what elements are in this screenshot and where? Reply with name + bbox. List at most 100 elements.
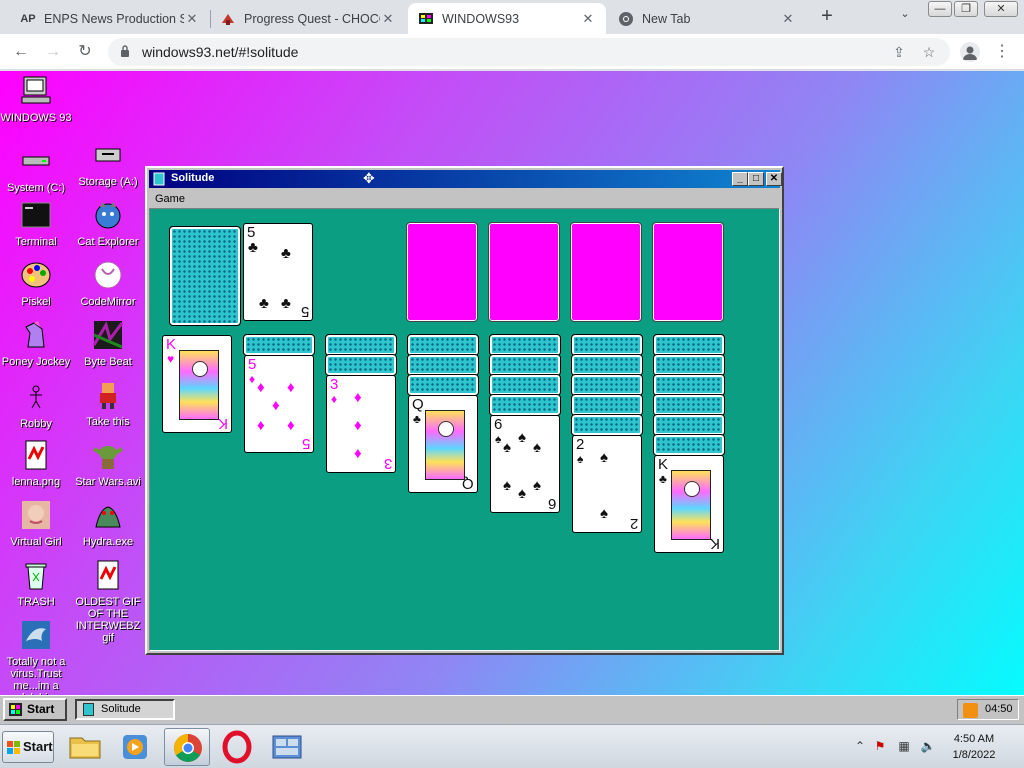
control-panel-icon[interactable] [264, 728, 310, 766]
close-icon[interactable]: ✕ [780, 11, 796, 27]
close-window-button[interactable]: ✕ [984, 1, 1018, 17]
forward-arrow-icon[interactable]: → [42, 41, 64, 63]
win93-start-button[interactable]: Start [3, 698, 67, 721]
tab-enps[interactable]: AP ENPS News Production S ✕ [10, 3, 210, 34]
window-close-button[interactable]: ✕ [766, 172, 782, 186]
desktop-icon-virtual-girl[interactable]: Virtual Girl [0, 499, 72, 548]
desktop-icon-trash[interactable]: TRASH [0, 559, 72, 608]
face-down-card [571, 394, 643, 416]
desktop-icon-cat-explorer[interactable]: Cat Explorer [72, 199, 144, 248]
face-down-card [489, 374, 561, 396]
tab-search-chevron-icon[interactable]: ⌄ [896, 7, 914, 25]
card-pip: ♠ [503, 477, 511, 494]
desktop-icon-hydra[interactable]: Hydra.exe [72, 499, 144, 548]
desktop-icon-dolphin[interactable]: Totally not a virus.Trust me...im a dolp… [0, 619, 72, 704]
solitude-window[interactable]: Solitude ✥ _ □ ✕ Game 5 ♣ ♣ ♣ ♣ 5 K ♥ K … [145, 166, 784, 655]
card-rank: K [709, 535, 720, 552]
desktop-icon-system-c[interactable]: System (C:) [0, 145, 72, 194]
chrome-icon[interactable] [164, 728, 210, 766]
lock-icon[interactable] [120, 45, 130, 57]
win93-desktop: WINDOWS 93 System (C:) Terminal Piskel P… [0, 71, 1024, 724]
bookmark-star-icon[interactable]: ☆ [920, 43, 938, 61]
foundation-slot[interactable] [652, 222, 724, 322]
tab-windows93[interactable]: WINDOWS93 ✕ [408, 3, 606, 34]
taskbar-item-solitude[interactable]: Solitude [75, 699, 175, 720]
tableau-card[interactable]: 5 ♦ ♦ ♦ ♦ ♦ ♦ 5 [244, 355, 314, 453]
card-rank: 3 [383, 455, 392, 472]
tableau-card[interactable]: 6 ♠ ♠ ♠ ♠ ♠ ♠ ♠ 6 [490, 415, 560, 513]
face-down-card [489, 394, 561, 416]
os-taskbar: Start ⌃ ⚑ ▦ 🔈 4:50 AM 1/8/2022 [0, 724, 1024, 768]
computer-icon [21, 76, 51, 104]
desktop-icon-terminal[interactable]: Terminal [0, 199, 72, 248]
minimize-button[interactable]: — [928, 1, 952, 17]
browser-toolbar: ← → ↻ windows93.net/#!solitude ⇪ ☆ ⋮ [0, 34, 1024, 70]
window-title: Solitude [171, 172, 215, 184]
waste-card[interactable]: 5 ♣ ♣ ♣ ♣ 5 [243, 223, 313, 321]
profile-avatar-icon[interactable] [960, 42, 980, 62]
face-down-card [653, 354, 725, 376]
card-pip: ♠ [533, 477, 541, 494]
address-bar[interactable]: windows93.net/#!solitude ⇪ ☆ [108, 38, 950, 66]
game-felt: 5 ♣ ♣ ♣ ♣ 5 K ♥ K 5 ♦ ♦ ♦ ♦ ♦ ♦ 5 3 ♦ ♦ ♦ ♦ 3 Q ♣ Q 6 ♠ ♠ ♠ ♠ ♠ ♠ ♠… [149, 208, 780, 651]
card-pip: ♠ [600, 449, 608, 466]
tableau-card[interactable]: K ♥ K [162, 335, 232, 433]
share-icon[interactable]: ⇪ [890, 43, 908, 61]
restore-button[interactable]: ❐ [954, 1, 978, 17]
url-text[interactable]: windows93.net/#!solitude [142, 44, 298, 60]
tableau-card[interactable]: 3 ♦ ♦ ♦ ♦ 3 [326, 375, 396, 473]
face-down-card [653, 434, 725, 456]
stock-pile[interactable] [169, 226, 241, 326]
desktop-icon-star-wars[interactable]: Star Wars.avi [72, 439, 144, 488]
desktop-icon-lenna[interactable]: lenna.png [0, 439, 72, 488]
window-maximize-button[interactable]: □ [748, 172, 764, 186]
face-down-card [571, 414, 643, 436]
tableau-card[interactable]: 2 ♠ ♠ ♠ 2 [572, 435, 642, 533]
desktop-icon-poney-jockey[interactable]: Poney Jockey [0, 319, 72, 368]
win93-tray: 04:50 [957, 699, 1019, 720]
tab-new-tab[interactable]: New Tab ✕ [608, 3, 806, 34]
close-icon[interactable]: ✕ [380, 11, 396, 27]
rss-icon[interactable] [963, 703, 978, 718]
tray-expand-icon[interactable]: ⌃ [852, 739, 868, 755]
volume-icon[interactable]: 🔈 [920, 739, 936, 755]
file-explorer-icon[interactable] [62, 728, 108, 766]
desktop-icon-piskel[interactable]: Piskel [0, 259, 72, 308]
foundation-slot[interactable] [570, 222, 642, 322]
network-icon[interactable]: ▦ [896, 739, 912, 755]
card-pip: ♦ [287, 417, 295, 434]
new-tab-button[interactable]: + [816, 5, 838, 27]
close-icon[interactable]: ✕ [184, 11, 200, 27]
pixel-hero-icon [100, 383, 116, 409]
desktop-icon-storage-a[interactable]: Storage (A:) [72, 139, 144, 188]
back-arrow-icon[interactable]: ← [10, 41, 32, 63]
card-pip: ♦ [354, 445, 362, 462]
desktop-icon-robby[interactable]: Robby [0, 381, 72, 430]
card-pip: ♠ [600, 505, 608, 522]
face-down-card [653, 394, 725, 416]
window-minimize-button[interactable]: _ [732, 172, 748, 186]
tab-progress-quest[interactable]: Progress Quest - CHOCO ✕ [210, 3, 406, 34]
foundation-slot[interactable] [488, 222, 560, 322]
opera-icon[interactable] [214, 728, 260, 766]
window-titlebar[interactable]: Solitude ✥ _ □ ✕ [149, 170, 782, 188]
card-pip: ♦ [272, 397, 280, 414]
os-start-button[interactable]: Start [2, 731, 54, 763]
desktop-icon-windows93[interactable]: WINDOWS 93 [0, 75, 72, 124]
gif-file-icon [97, 560, 119, 590]
ap-favicon-icon: AP [20, 12, 36, 25]
menu-kebab-icon[interactable]: ⋮ [994, 41, 1010, 63]
close-icon[interactable]: ✕ [580, 11, 596, 27]
tableau-card[interactable]: Q ♣ Q [408, 395, 478, 493]
foundation-slot[interactable] [406, 222, 478, 322]
action-center-icon[interactable]: ⚑ [872, 739, 888, 755]
menu-game[interactable]: Game [155, 193, 185, 205]
desktop-icon-codemirror[interactable]: CodeMirror [72, 259, 144, 308]
os-clock[interactable]: 4:50 AM 1/8/2022 [944, 731, 1004, 763]
tableau-card[interactable]: K ♣ K [654, 455, 724, 553]
desktop-icon-byte-beat[interactable]: Byte Beat [72, 319, 144, 368]
media-player-icon[interactable] [112, 728, 158, 766]
desktop-icon-take-this[interactable]: Take this [72, 379, 144, 428]
desktop-icon-oldest-gif[interactable]: OLDEST GIF OF THE INTERWEBZ gif [72, 559, 144, 644]
reload-icon[interactable]: ↻ [74, 41, 96, 63]
